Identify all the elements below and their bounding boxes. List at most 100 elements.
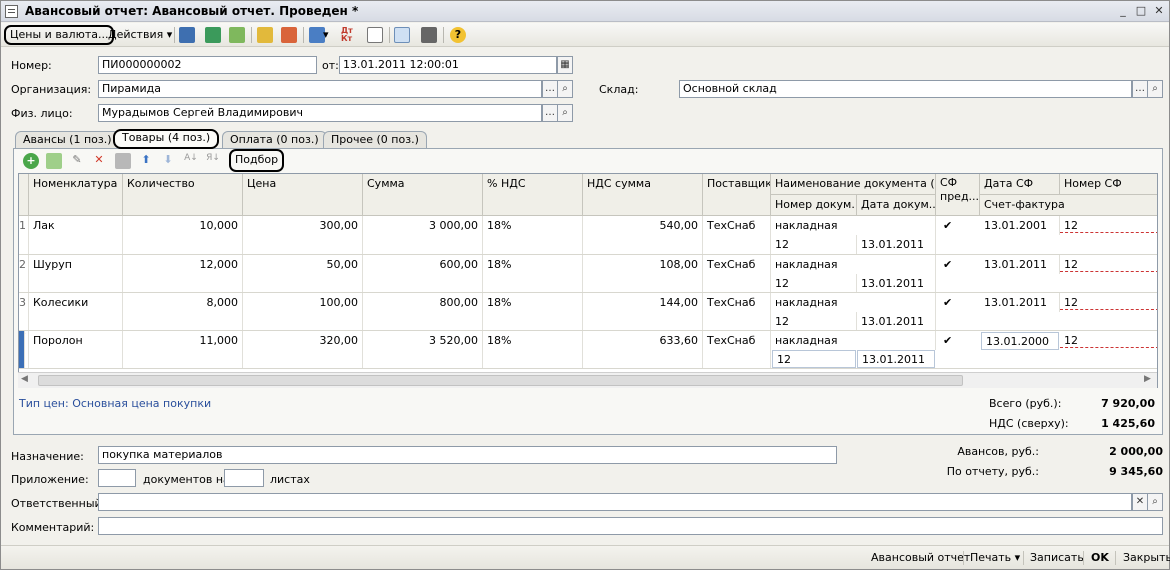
tab-other[interactable]: Прочее (0 поз.) — [323, 131, 427, 148]
cell-vat-sum[interactable]: 633,60 — [583, 331, 703, 368]
cell-sf-date[interactable]: 13.01.2011 — [980, 293, 1060, 312]
checkmark-icon[interactable]: ✔ — [943, 258, 952, 271]
column-header-doc-number[interactable]: Номер докум... — [771, 195, 857, 216]
refresh-icon[interactable] — [205, 27, 221, 43]
cell-supplier[interactable]: ТехСнаб — [703, 331, 771, 368]
print-menu[interactable]: Печать ▾ — [970, 550, 1020, 566]
cell-supplier[interactable]: ТехСнаб — [703, 216, 771, 254]
post-icon[interactable] — [179, 27, 195, 43]
purpose-field[interactable]: покупка материалов — [98, 446, 837, 464]
search-icon[interactable]: ⌕ — [1147, 80, 1163, 98]
cell-sf-date[interactable]: 13.01.2001 — [980, 216, 1060, 235]
maximize-icon[interactable]: □ — [1133, 4, 1149, 18]
column-header-nomenclature[interactable]: Номенклатура — [29, 174, 123, 216]
copy-icon[interactable] — [229, 27, 245, 43]
column-header-doc-date[interactable]: Дата докум... — [857, 195, 936, 216]
cell-price[interactable]: 300,00 — [243, 216, 363, 254]
column-header-price[interactable]: Цена — [243, 174, 363, 216]
cell-doc-number[interactable]: 12 — [771, 235, 857, 254]
cell-nomenclature[interactable]: Лак — [29, 216, 123, 254]
copy-row-icon[interactable] — [46, 153, 62, 169]
column-header-sf[interactable]: СФ пред... — [936, 174, 980, 216]
documents-count-field[interactable] — [98, 469, 136, 487]
cell-quantity[interactable]: 11,000 — [123, 331, 243, 368]
cell-doc-date[interactable]: 13.01.2011 — [857, 350, 935, 368]
move-up-icon[interactable]: ⬆ — [138, 153, 154, 169]
cell-vat-sum[interactable]: 144,00 — [583, 293, 703, 330]
cell-price[interactable]: 50,00 — [243, 255, 363, 292]
responsible-field[interactable] — [98, 493, 1132, 511]
cell-vat-sum[interactable]: 108,00 — [583, 255, 703, 292]
scrollbar-thumb[interactable] — [38, 375, 963, 386]
cell-sf-number[interactable]: 12 — [1060, 293, 1157, 310]
sort-desc-icon[interactable]: Я↓ — [205, 153, 221, 169]
cell-sum[interactable]: 3 000,00 — [363, 216, 483, 254]
advance-report-print-button[interactable]: Авансовый отчет — [871, 550, 970, 566]
cell-quantity[interactable]: 12,000 — [123, 255, 243, 292]
person-field[interactable]: Мурадымов Сергей Владимирович — [98, 104, 542, 122]
cell-vat-rate[interactable]: 18% — [483, 293, 583, 330]
cell-sf-date[interactable]: 13.01.2000 — [981, 332, 1059, 350]
calendar-icon[interactable]: ▦ — [557, 56, 573, 74]
cell-sum[interactable]: 600,00 — [363, 255, 483, 292]
cell-supplier[interactable]: ТехСнаб — [703, 255, 771, 292]
column-header-invoice[interactable]: Счет-фактура — [980, 195, 1157, 216]
date-field[interactable]: 13.01.2011 12:00:01 — [339, 56, 557, 74]
column-header-quantity[interactable]: Количество — [123, 174, 243, 216]
edit-icon[interactable]: ✎ — [69, 153, 85, 169]
warehouse-field[interactable]: Основной склад — [679, 80, 1132, 98]
column-header-supplier[interactable]: Поставщик — [703, 174, 771, 216]
minimize-icon[interactable]: _ — [1115, 4, 1131, 18]
based-on-icon[interactable] — [257, 27, 273, 43]
cell-doc-name[interactable]: накладная — [771, 255, 936, 274]
cell-nomenclature[interactable]: Поролон — [29, 331, 123, 368]
cell-sf-number[interactable]: 12 — [1060, 216, 1157, 233]
add-icon[interactable]: + — [23, 153, 39, 169]
cell-sf-number[interactable]: 12 — [1060, 255, 1157, 272]
tab-advances[interactable]: Авансы (1 поз.) — [15, 131, 120, 148]
structure-tree-icon[interactable] — [394, 27, 410, 43]
sort-asc-icon[interactable]: A↓ — [183, 153, 199, 169]
help-icon[interactable]: ? — [450, 27, 466, 43]
cell-doc-number[interactable]: 12 — [771, 274, 857, 292]
price-type-link[interactable]: Тип цен: Основная цена покупки — [19, 397, 211, 410]
tab-goods[interactable]: Товары (4 поз.) — [113, 129, 220, 149]
cell-vat-rate[interactable]: 18% — [483, 331, 583, 368]
cell-doc-date[interactable]: 13.01.2011 — [857, 312, 936, 330]
cell-price[interactable]: 320,00 — [243, 331, 363, 368]
cell-doc-date[interactable]: 13.01.2011 — [857, 274, 936, 292]
report-icon[interactable] — [367, 27, 383, 43]
cell-doc-name[interactable]: накладная — [771, 331, 936, 350]
cell-sum[interactable]: 3 520,00 — [363, 331, 483, 368]
close-icon[interactable]: ✕ — [1151, 4, 1167, 18]
dt-kt-icon[interactable]: Дт Кт — [341, 27, 357, 43]
cell-quantity[interactable]: 10,000 — [123, 216, 243, 254]
cell-doc-name[interactable]: накладная — [771, 293, 936, 312]
cell-sf-number[interactable]: 12 — [1060, 331, 1157, 348]
checkmark-icon[interactable]: ✔ — [943, 296, 952, 309]
horizontal-scrollbar[interactable]: ◀ ▶ — [18, 372, 1157, 388]
cell-nomenclature[interactable]: Шуруп — [29, 255, 123, 292]
list-icon[interactable] — [421, 27, 437, 43]
delete-icon[interactable]: ✕ — [91, 153, 107, 169]
prices-currency-button[interactable]: Цены и валюта... — [4, 25, 115, 45]
chevron-down-icon[interactable]: ▾ — [323, 25, 329, 45]
tab-payment[interactable]: Оплата (0 поз.) — [222, 131, 327, 148]
cell-vat-sum[interactable]: 540,00 — [583, 216, 703, 254]
search-icon[interactable]: ⌕ — [557, 104, 573, 122]
select-ellipsis-icon[interactable]: … — [1132, 80, 1148, 98]
search-icon[interactable]: ⌕ — [557, 80, 573, 98]
checkmark-icon[interactable]: ✔ — [943, 219, 952, 232]
save-button[interactable]: Записать — [1030, 550, 1084, 566]
select-ellipsis-icon[interactable]: … — [542, 104, 558, 122]
number-field[interactable]: ПИ000000002 — [98, 56, 317, 74]
cell-vat-rate[interactable]: 18% — [483, 216, 583, 254]
cell-doc-name[interactable]: накладная — [771, 216, 936, 235]
cell-sum[interactable]: 800,00 — [363, 293, 483, 330]
ok-button[interactable]: OK — [1091, 550, 1109, 566]
move-down-icon[interactable]: ⬇ — [160, 153, 176, 169]
cell-price[interactable]: 100,00 — [243, 293, 363, 330]
actions-menu[interactable]: Действия ▾ — [104, 25, 176, 45]
scroll-right-icon[interactable]: ▶ — [1144, 374, 1151, 384]
cell-sf-date[interactable]: 13.01.2011 — [980, 255, 1060, 274]
